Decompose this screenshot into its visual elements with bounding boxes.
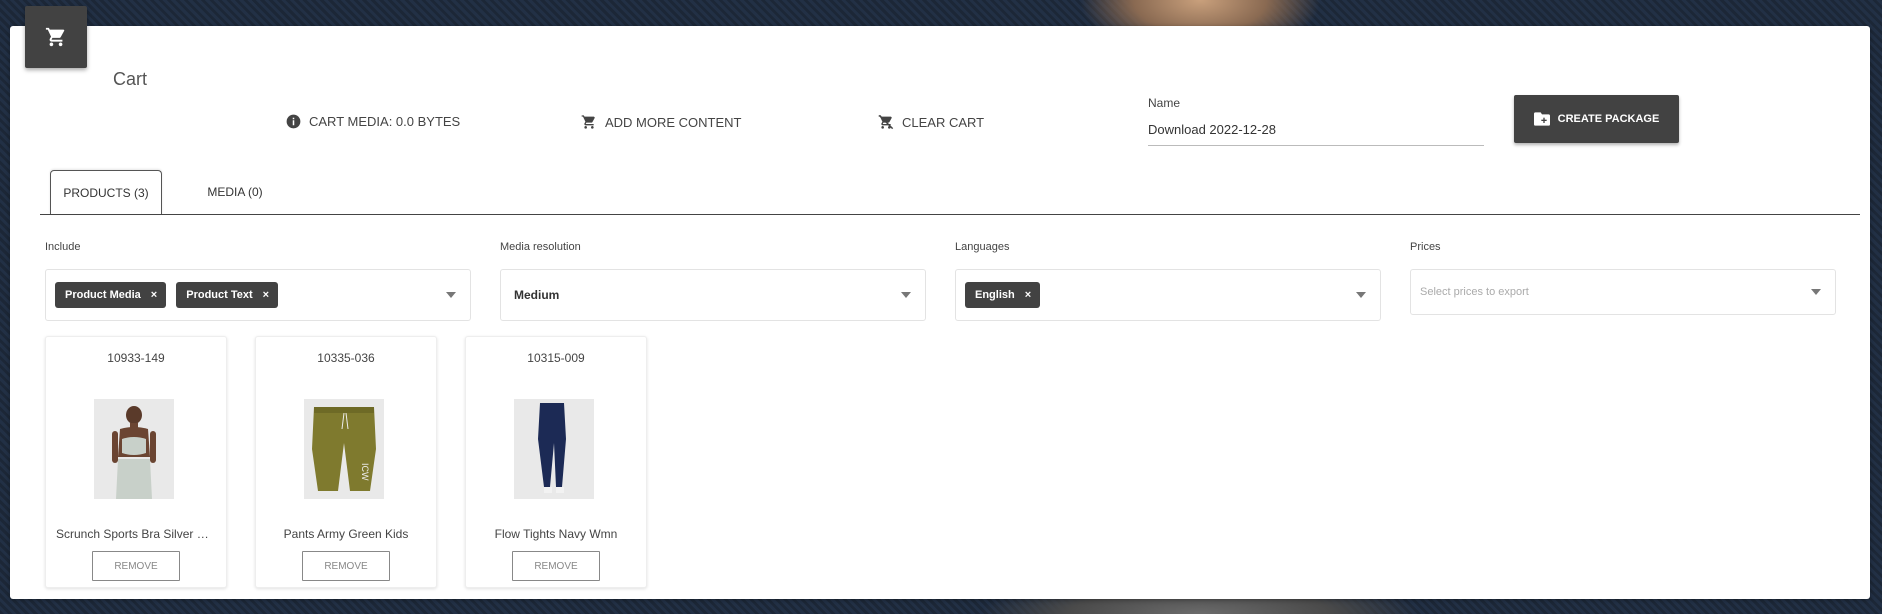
add-more-content-label: ADD MORE CONTENT xyxy=(605,114,742,130)
name-field: Name xyxy=(1148,96,1484,146)
clear-cart-label: CLEAR CART xyxy=(902,114,985,130)
svg-text:ICW: ICW xyxy=(360,463,370,481)
product-image xyxy=(514,399,594,499)
product-sku: 10315-009 xyxy=(527,351,585,365)
tab-media[interactable]: MEDIA (0) xyxy=(180,170,290,214)
chevron-down-icon[interactable] xyxy=(1356,292,1366,298)
create-package-button[interactable]: CREATE PACKAGE xyxy=(1514,95,1679,143)
add-more-content-button[interactable]: ADD MORE CONTENT xyxy=(581,114,742,130)
languages-select[interactable]: English × xyxy=(955,269,1381,321)
product-card: 10335-036 ICW Pants Army Green Kids REMO… xyxy=(255,336,437,588)
shopping-cart-icon xyxy=(45,27,65,47)
product-name: Scrunch Sports Bra Silver Mi... xyxy=(56,527,216,541)
name-input[interactable] xyxy=(1148,114,1484,146)
include-select[interactable]: Product Media × Product Text × xyxy=(45,269,471,321)
add-shopping-cart-icon xyxy=(581,115,595,129)
chip-english: English × xyxy=(965,282,1041,308)
name-label: Name xyxy=(1148,96,1181,110)
prices-select[interactable]: Select prices to export xyxy=(1410,269,1836,315)
chip-label: Product Text xyxy=(186,289,253,301)
media-resolution-value: Medium xyxy=(514,288,560,302)
product-name: Flow Tights Navy Wmn xyxy=(494,527,618,541)
product-card: 10315-009 Flow Tights Navy Wmn REMOVE xyxy=(465,336,647,588)
tabs-divider xyxy=(40,214,1860,215)
cart-panel: Cart CART MEDIA: 0.0 BYTES ADD MORE CONT… xyxy=(10,26,1870,599)
create-folder-icon xyxy=(1533,112,1550,126)
tab-media-label: MEDIA (0) xyxy=(207,185,263,199)
chip-label: Product Media xyxy=(65,289,141,301)
tab-products-label: PRODUCTS (3) xyxy=(63,186,149,200)
product-sku: 10933-149 xyxy=(107,351,165,365)
chevron-down-icon[interactable] xyxy=(1811,289,1821,295)
info-icon xyxy=(286,114,301,129)
product-card: 10933-149 Scrunch Sports Bra Silver Mi..… xyxy=(45,336,227,588)
languages-label: Languages xyxy=(955,241,1010,253)
clear-cart-button[interactable]: CLEAR CART xyxy=(878,114,984,130)
chip-label: English xyxy=(975,289,1015,301)
remove-button[interactable]: REMOVE xyxy=(302,551,390,581)
create-package-label: CREATE PACKAGE xyxy=(1557,113,1660,125)
chip-product-media: Product Media × xyxy=(55,282,167,308)
media-resolution-select[interactable]: Medium xyxy=(500,269,926,321)
page-title: Cart xyxy=(113,69,148,89)
tab-products[interactable]: PRODUCTS (3) xyxy=(50,170,162,215)
include-label: Include xyxy=(45,241,81,253)
remove-button[interactable]: REMOVE xyxy=(512,551,600,581)
product-name: Pants Army Green Kids xyxy=(283,527,409,541)
remove-shopping-cart-icon xyxy=(878,114,894,130)
cart-media-label: CART MEDIA: 0.0 BYTES xyxy=(309,114,461,129)
chip-remove-icon[interactable]: × xyxy=(263,289,269,301)
chip-product-text: Product Text × xyxy=(176,282,279,308)
chip-remove-icon[interactable]: × xyxy=(151,289,157,301)
cart-media-info: CART MEDIA: 0.0 BYTES xyxy=(286,114,460,129)
chevron-down-icon[interactable] xyxy=(901,292,911,298)
chip-remove-icon[interactable]: × xyxy=(1025,289,1031,301)
prices-placeholder: Select prices to export xyxy=(1420,286,1529,298)
product-image xyxy=(94,399,174,499)
product-image: ICW xyxy=(304,399,384,499)
prices-label: Prices xyxy=(1410,241,1441,253)
media-resolution-label: Media resolution xyxy=(500,241,581,253)
remove-button[interactable]: REMOVE xyxy=(92,551,180,581)
cart-header-badge xyxy=(25,6,87,68)
product-sku: 10335-036 xyxy=(317,351,375,365)
chevron-down-icon[interactable] xyxy=(446,292,456,298)
